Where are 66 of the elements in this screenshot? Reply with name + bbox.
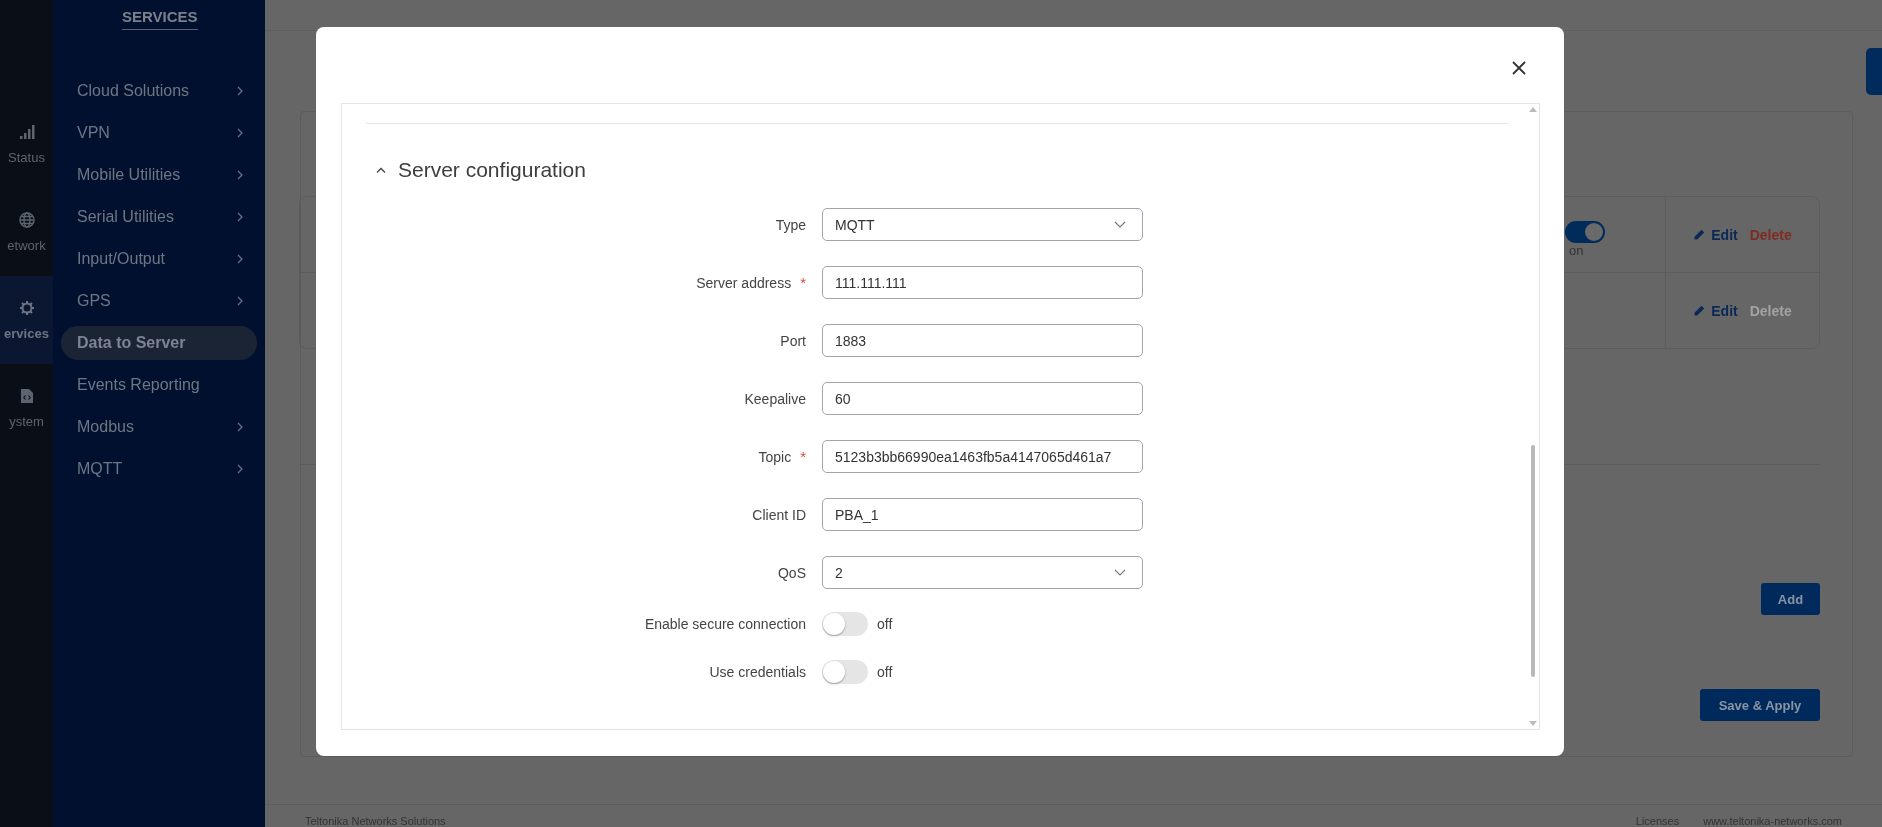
field-label: Server address [696,274,792,291]
add-button[interactable]: Add [1761,583,1820,615]
save-apply-button[interactable]: Save & Apply [1700,689,1820,721]
field-label: Enable secure connection [644,616,806,632]
sidebar-item[interactable]: Data to Server [61,326,257,360]
rail-item[interactable]: etwork [0,188,53,276]
chevron-down-icon [1114,221,1126,228]
chevron-right-icon [237,212,243,222]
select-field[interactable]: 2 [822,556,1143,589]
sidebar-item[interactable]: Events Reporting [53,368,257,402]
pencil-icon [1693,228,1706,241]
code-file-icon [19,387,34,404]
delete-link[interactable]: Delete [1749,302,1792,319]
input-field[interactable]: 1883 [822,324,1143,357]
field-label: Topic [758,448,792,465]
required-asterisk: * [800,448,806,465]
chevron-right-icon [237,254,243,264]
chevron-right-icon [237,128,243,138]
chevron-right-icon [237,422,243,432]
field-label: Port [780,332,806,349]
sidebar-title: SERVICES [122,8,198,30]
chevron-right-icon [237,464,243,474]
rail-item[interactable]: ervices [0,276,53,364]
field-label: QoS [778,564,806,581]
top-button[interactable] [1866,48,1882,95]
sidebar-item[interactable]: Modbus [53,410,257,444]
scroll-down-icon[interactable] [1529,721,1537,726]
field-label: Use credentials [709,664,806,680]
chevron-down-icon [1114,569,1126,576]
required-asterisk: * [800,274,806,291]
toggle-switch[interactable] [1565,221,1605,243]
sidebar-item[interactable]: Serial Utilities [53,200,257,234]
field-label: Keepalive [744,390,806,407]
edit-link[interactable]: Edit [1711,302,1738,319]
toggle-switch[interactable] [822,612,868,636]
sidebar-item[interactable]: MQTT [53,452,257,486]
signal-bars-icon [18,123,35,140]
chevron-up-icon[interactable] [376,167,386,173]
edit-link[interactable]: Edit [1711,226,1738,243]
toggle-state: off [877,664,893,680]
chevron-right-icon [237,170,243,180]
pencil-icon [1693,304,1706,317]
scrollbar-thumb[interactable] [1531,445,1535,677]
toggle-state: off [877,616,893,632]
chevron-right-icon [237,86,243,96]
rail-item[interactable]: Status [0,100,53,188]
input-field[interactable]: 111.111.111 [822,266,1143,299]
input-field[interactable]: PBA_1 [822,498,1143,531]
section-title: Server configuration [398,158,586,182]
close-icon[interactable] [1512,61,1526,75]
sidebar-item[interactable]: Cloud Solutions [53,74,257,108]
globe-icon [18,211,35,228]
gear-icon [18,299,35,316]
toggle-switch[interactable] [822,660,868,684]
sidebar-item[interactable]: Mobile Utilities [53,158,257,192]
chevron-right-icon [237,296,243,306]
field-label: Client ID [752,506,806,523]
field-label: Type [775,216,806,233]
select-field[interactable]: MQTT [822,208,1143,241]
input-field[interactable]: 5123b3bb66990ea1463fb5a4147065d461a7 [822,440,1143,473]
scroll-up-icon[interactable] [1529,107,1537,112]
sidebar-item[interactable]: Input/Output [53,242,257,276]
input-field[interactable]: 60 [822,382,1143,415]
sidebar-item[interactable]: VPN [53,116,257,150]
sidebar-item[interactable]: GPS [53,284,257,318]
rail-item[interactable]: ystem [0,364,53,452]
